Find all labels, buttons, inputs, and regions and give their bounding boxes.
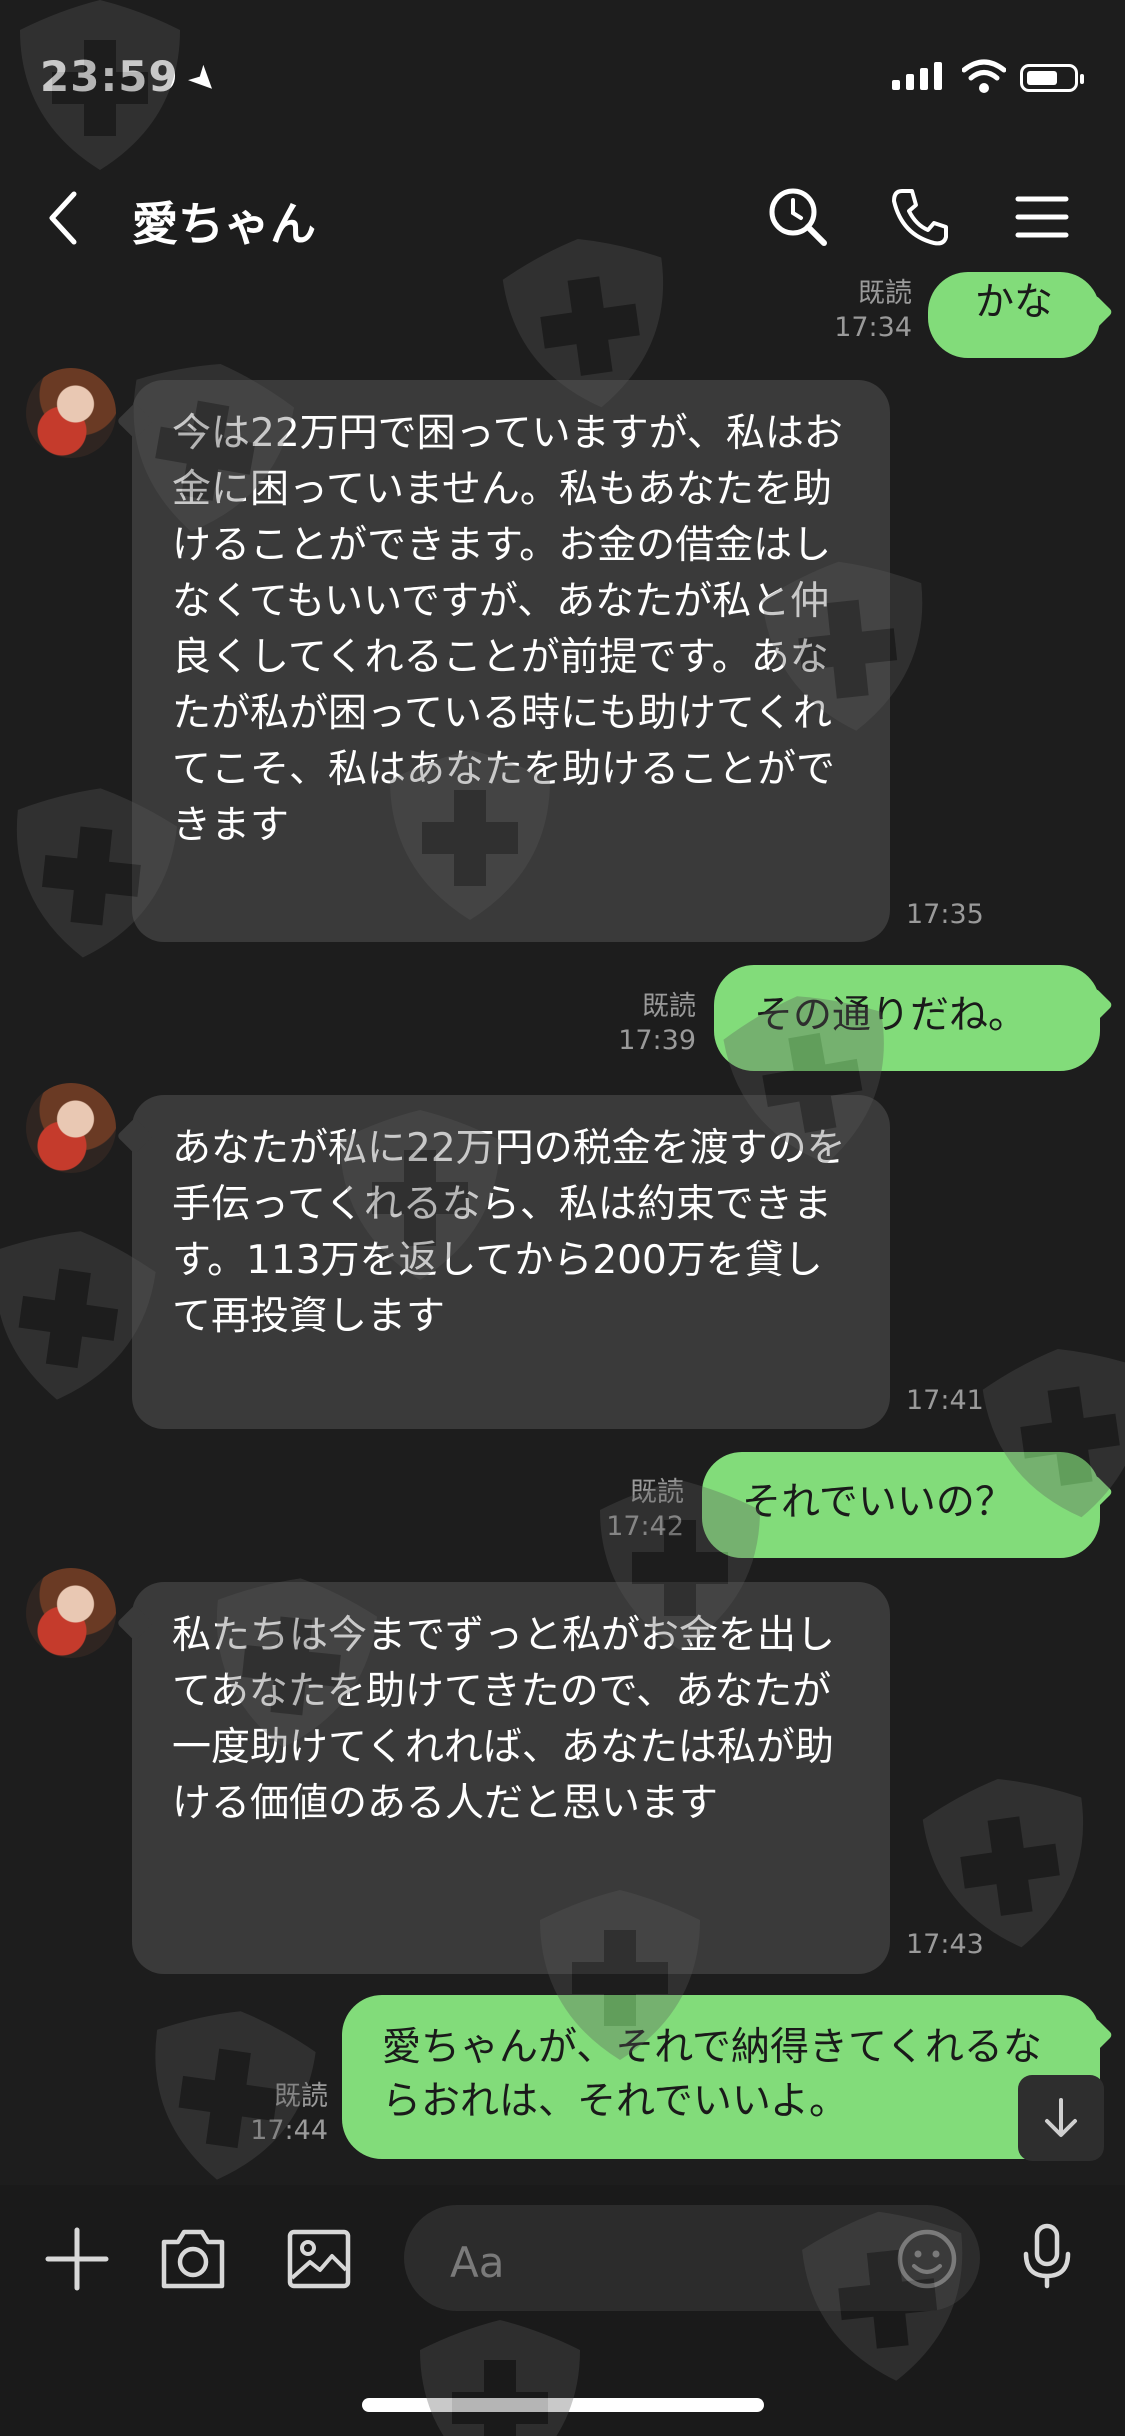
message-time: 17:35 — [906, 899, 984, 930]
search-icon[interactable] — [766, 185, 830, 249]
phone-icon[interactable] — [888, 185, 952, 249]
avatar[interactable] — [26, 368, 116, 458]
home-indicator — [362, 2398, 764, 2412]
message-bubble-incoming[interactable]: あなたが私に22万円の税金を渡すのを手伝ってくれるなら、私は約束できます。113… — [132, 1095, 890, 1429]
message-input-placeholder: Aa — [450, 2238, 505, 2287]
message-bubble-incoming[interactable]: 今は22万円で困っていますが、私はお金に困っていません。私もあなたを助けることが… — [132, 380, 890, 942]
camera-icon[interactable] — [158, 2224, 228, 2294]
plus-icon[interactable] — [42, 2224, 112, 2294]
read-receipt: 既読 17:34 — [834, 278, 912, 343]
scroll-down-button[interactable] — [1018, 2075, 1104, 2161]
read-receipt: 既読 17:39 — [618, 991, 696, 1056]
message-bubble-outgoing[interactable]: それでいいの？ — [702, 1452, 1100, 1558]
message-bubble-outgoing[interactable]: 愛ちゃんが、それで納得きてくれるならおれは、それでいいよ。 — [342, 1995, 1100, 2159]
wifi-icon — [962, 59, 1006, 93]
read-receipt: 既読 17:42 — [606, 1477, 684, 1542]
location-arrow-icon: ➤ — [178, 55, 229, 105]
chat-title: 愛ちゃん — [132, 197, 316, 251]
status-time: 23:59➤ — [40, 52, 229, 105]
avatar[interactable] — [26, 1083, 116, 1173]
image-icon[interactable] — [284, 2224, 354, 2294]
message-bubble-incoming[interactable]: 私たちは今までずっと私がお金を出してあなたを助けてきたので、あなたが一度助けてく… — [132, 1582, 890, 1974]
back-icon[interactable] — [44, 188, 84, 248]
battery-icon — [1020, 64, 1084, 92]
signal-icon — [892, 62, 942, 90]
menu-icon[interactable] — [1010, 185, 1074, 249]
scroll-down-icon — [1045, 2098, 1077, 2137]
avatar[interactable] — [26, 1568, 116, 1658]
emoji-icon[interactable] — [892, 2224, 962, 2294]
message-time: 17:41 — [906, 1385, 984, 1416]
message-bubble-outgoing[interactable]: かな — [928, 272, 1100, 358]
message-time: 17:43 — [906, 1929, 984, 1960]
message-bubble-outgoing[interactable]: その通りだね。 — [714, 965, 1100, 1071]
mic-icon[interactable] — [1012, 2220, 1082, 2290]
read-receipt: 既読 17:44 — [250, 2081, 328, 2146]
